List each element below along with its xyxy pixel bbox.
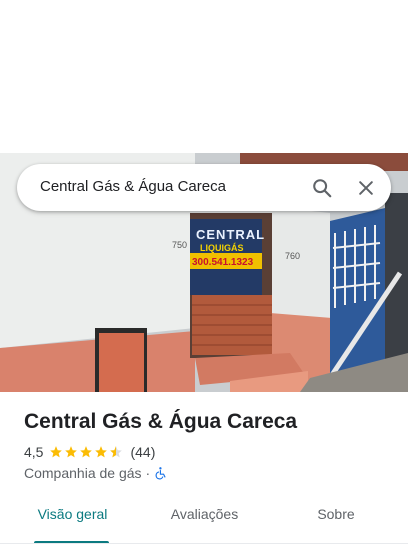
review-count[interactable]: (44) bbox=[130, 444, 155, 460]
search-bar[interactable]: Central Gás & Água Careca bbox=[17, 164, 391, 211]
place-tabs: Visão geral Avaliações Sobre bbox=[0, 504, 408, 544]
search-query-text[interactable]: Central Gás & Água Careca bbox=[40, 178, 226, 195]
place-info-panel: Central Gás & Água Careca 4,5 (44) Compa… bbox=[0, 392, 408, 544]
star-icon bbox=[65, 446, 78, 458]
tab-overview[interactable]: Visão geral bbox=[24, 504, 121, 544]
half-star-icon bbox=[110, 446, 123, 458]
category-row: Companhia de gás · bbox=[24, 465, 168, 481]
separator-dot: · bbox=[145, 465, 151, 481]
star-icon bbox=[50, 446, 63, 458]
star-icon bbox=[95, 446, 108, 458]
house-number-left: 750 bbox=[172, 240, 187, 250]
search-button[interactable] bbox=[307, 173, 337, 203]
sign-brand: LIQUIGÁS bbox=[200, 243, 244, 253]
place-title: Central Gás & Água Careca bbox=[24, 410, 298, 433]
sign-title: CENTRAL bbox=[196, 227, 265, 242]
search-icon bbox=[313, 179, 332, 198]
rating-value: 4,5 bbox=[24, 444, 44, 460]
tab-about[interactable]: Sobre bbox=[296, 504, 376, 544]
close-icon bbox=[359, 181, 373, 195]
star-rating bbox=[49, 445, 124, 459]
rating-row[interactable]: 4,5 (44) bbox=[24, 444, 155, 460]
house-number-right: 760 bbox=[285, 251, 300, 261]
tab-reviews[interactable]: Avaliações bbox=[147, 504, 262, 544]
star-icon bbox=[80, 446, 93, 458]
map-blank-area bbox=[0, 0, 408, 153]
clear-search-button[interactable] bbox=[351, 173, 381, 203]
place-category[interactable]: Companhia de gás bbox=[24, 465, 142, 481]
sign-phone: 300.541.1323 bbox=[192, 257, 254, 268]
wheelchair-icon bbox=[154, 466, 168, 480]
